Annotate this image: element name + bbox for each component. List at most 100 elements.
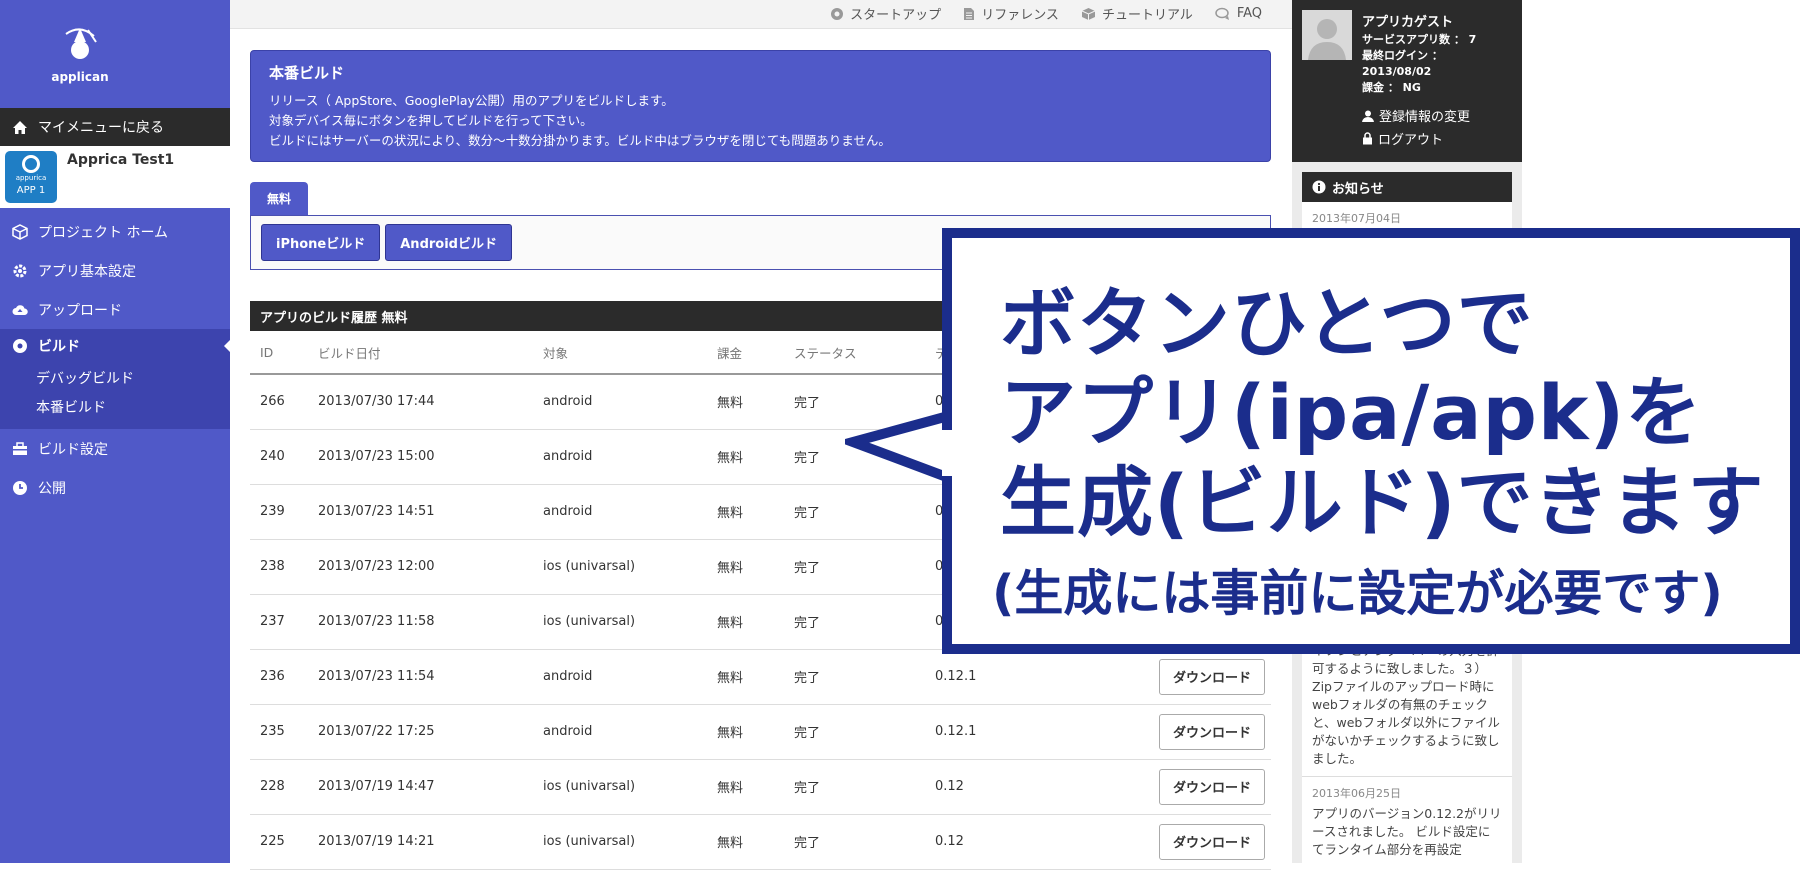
- chat-icon: [1215, 7, 1229, 20]
- cell-version: 0.12.1: [925, 649, 1149, 705]
- cell-charge: 無料: [707, 539, 784, 595]
- disc-icon: [13, 339, 27, 353]
- cell-status: 完了: [784, 814, 925, 870]
- cell-id: 235: [250, 704, 308, 760]
- user-box: アプリカゲスト サービスアプリ数 ： 7 最終ログイン ： 2013/08/02…: [1292, 0, 1522, 162]
- app-name: Apprica Test1: [67, 152, 175, 168]
- box-icon: [1081, 7, 1096, 20]
- cell-id: 240: [250, 429, 308, 485]
- clock-icon: [13, 480, 27, 495]
- user-name: アプリカゲスト: [1362, 15, 1454, 30]
- top-link-label: チュートリアル: [1101, 8, 1193, 23]
- top-link-faq[interactable]: FAQ: [1215, 4, 1262, 23]
- cell-status: 完了: [784, 759, 925, 815]
- cell-version: 0.12.1: [925, 704, 1149, 760]
- document-icon: [964, 7, 975, 20]
- table-row: 235 2013/07/22 17:25 android 無料 完了 0.12.1 ダウンロ…: [250, 704, 1271, 760]
- cell-status: 完了: [784, 704, 925, 760]
- current-app-card[interactable]: appurica APP 1 Apprica Test1: [0, 146, 230, 208]
- cell-status: 完了: [784, 594, 925, 650]
- cell-date: 2013/07/19 14:21: [308, 814, 533, 870]
- cell-target: ios (univarsal): [533, 539, 707, 595]
- cell-target: ios (univarsal): [533, 594, 707, 650]
- news-date: 2013年06月25日: [1312, 787, 1401, 800]
- build-menu-group: ビルド デバッグビルド 本番ビルド: [0, 329, 230, 429]
- back-to-mymenu-button[interactable]: マイメニューに戻る: [0, 108, 230, 146]
- billing-status: 課金 ： NG: [1362, 81, 1421, 94]
- cell-id: 266: [250, 374, 308, 430]
- download-button[interactable]: ダウンロード: [1159, 768, 1265, 805]
- sidebar-subitem-debug-build[interactable]: デバッグビルド: [0, 363, 230, 392]
- cell-id: 238: [250, 539, 308, 595]
- top-link-startup[interactable]: スタートアップ: [830, 4, 941, 23]
- news-header: お知らせ: [1302, 172, 1512, 202]
- download-button[interactable]: ダウンロード: [1159, 658, 1265, 695]
- top-link-reference[interactable]: リファレンス: [963, 4, 1059, 23]
- sidebar-item-label: アプリ基本設定: [38, 263, 136, 280]
- cell-id: 228: [250, 759, 308, 815]
- cell-charge: 無料: [707, 649, 784, 705]
- android-build-button[interactable]: Androidビルド: [385, 224, 512, 261]
- applican-logo-icon: [65, 28, 97, 59]
- back-to-mymenu-label: マイメニューに戻る: [38, 120, 164, 136]
- iphone-build-button[interactable]: iPhoneビルド: [261, 224, 381, 261]
- news-title: お知らせ: [1332, 181, 1384, 197]
- cell-charge: 無料: [707, 814, 784, 870]
- news-body: アプリのバージョン0.12.2がリリースされました。 ビルド設定にてランタイム部…: [1312, 806, 1502, 857]
- table-row: 225 2013/07/19 14:21 ios (univarsal) 無料 完了 0.…: [250, 814, 1271, 870]
- sidebar-item-project-home[interactable]: プロジェクト ホーム: [0, 212, 230, 251]
- sidebar-item-app-settings[interactable]: アプリ基本設定: [0, 251, 230, 290]
- cell-date: 2013/07/22 17:25: [308, 704, 533, 760]
- top-links: スタートアップ リファレンス チュートリアル FAQ: [830, 4, 1262, 23]
- table-row: 236 2013/07/23 11:54 android 無料 完了 0.12.1 ダウンロ…: [250, 649, 1271, 705]
- last-login-label: 最終ログイン ：: [1362, 49, 1443, 62]
- cell-charge: 無料: [707, 594, 784, 650]
- lock-icon: [1363, 132, 1372, 145]
- toolbox-icon: [13, 441, 27, 455]
- cell-action: ダウンロード: [1149, 814, 1271, 870]
- news-body: イフンとアンダーバーの入力を許可するように致しました。３）Zipファイルのアップ…: [1312, 643, 1500, 766]
- cell-status: 完了: [784, 539, 925, 595]
- person-icon: [1362, 110, 1374, 122]
- cell-charge: 無料: [707, 484, 784, 540]
- column-header-status: ステータス: [784, 331, 925, 375]
- cell-date: 2013/07/23 12:00: [308, 539, 533, 595]
- top-link-tutorial[interactable]: チュートリアル: [1081, 4, 1193, 23]
- app-icon-code: APP 1: [16, 185, 46, 196]
- cell-charge: 無料: [707, 429, 784, 485]
- edit-profile-label: 登録情報の変更: [1379, 110, 1471, 125]
- edit-profile-link[interactable]: 登録情報の変更: [1362, 104, 1470, 127]
- sidebar-item-label: ビルド: [38, 339, 80, 355]
- cell-charge: 無料: [707, 704, 784, 760]
- sidebar-item-upload[interactable]: アップロード: [0, 290, 230, 329]
- logout-link[interactable]: ログアウト: [1362, 127, 1470, 150]
- news-date: 2013年07月04日: [1312, 212, 1401, 225]
- cell-charge: 無料: [707, 759, 784, 815]
- puzzle-icon: [831, 7, 844, 20]
- cloud-upload-icon: [12, 304, 28, 315]
- gear-icon: [13, 264, 27, 277]
- sidebar-item-publish[interactable]: 公開: [0, 468, 230, 507]
- tab-free[interactable]: 無料: [250, 182, 308, 215]
- user-meta: サービスアプリ数 ： 7 最終ログイン ： 2013/08/02 課金 ： NG: [1362, 32, 1476, 96]
- app-icon: appurica APP 1: [5, 151, 57, 203]
- download-button[interactable]: ダウンロード: [1159, 713, 1265, 750]
- cell-charge: 無料: [707, 374, 784, 430]
- cell-target: android: [533, 704, 707, 760]
- sidebar-subitem-production-build[interactable]: 本番ビルド: [0, 392, 230, 421]
- cell-target: ios (univarsal): [533, 814, 707, 870]
- column-header-date: ビルド日付: [308, 331, 533, 375]
- cell-status: 完了: [784, 649, 925, 705]
- user-silhouette-icon: [1308, 19, 1346, 60]
- download-button[interactable]: ダウンロード: [1159, 823, 1265, 860]
- cell-version: 0.12: [925, 759, 1149, 815]
- logout-label: ログアウト: [1378, 133, 1444, 148]
- sidebar-item-build-settings[interactable]: ビルド設定: [0, 429, 230, 468]
- cell-target: android: [533, 649, 707, 705]
- avatar: [1302, 10, 1352, 60]
- cell-target: android: [533, 484, 707, 540]
- logo[interactable]: applican: [0, 0, 230, 108]
- sidebar-item-build[interactable]: ビルド: [0, 329, 230, 363]
- cell-id: 237: [250, 594, 308, 650]
- cell-version: 0.12: [925, 814, 1149, 870]
